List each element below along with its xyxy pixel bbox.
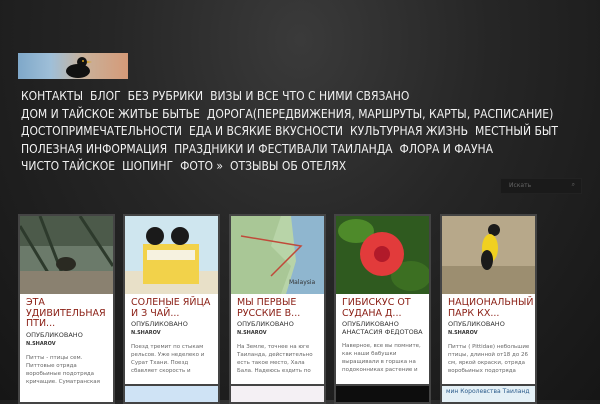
nav-item[interactable]: ДОСТОПРИМЕЧАТЕЛЬНОСТИ	[21, 123, 182, 141]
published-label: ОПУБЛИКОВАНО	[26, 330, 83, 339]
post-excerpt: Поезд тремит по стыкам рельсов. Уже неде…	[131, 344, 205, 374]
site-logo[interactable]	[18, 53, 128, 79]
main-nav: КОНТАКТЫ БЛОГ БЕЗ РУБРИКИ ВИЗЫ И ВСЕ ЧТО С …	[21, 88, 581, 176]
nav-item[interactable]: ФОТО »	[180, 158, 223, 176]
nav-item[interactable]: БЕЗ РУБРИКИ	[128, 88, 203, 106]
post-title[interactable]: ГИБИСКУС ОТ СУДАНА Д...	[342, 297, 428, 319]
post-thumbnail[interactable]	[442, 216, 535, 294]
post-meta: ОПУБЛИКОВАНО N.SHAROV	[448, 320, 534, 337]
post-author[interactable]: N.SHAROV	[237, 330, 267, 336]
published-label: ОПУБЛИКОВАНО	[237, 320, 294, 328]
nav-item[interactable]: КУЛЬТУРНАЯ ЖИЗНЬ	[350, 123, 468, 141]
bird-logo-icon	[66, 57, 92, 78]
post-excerpt: Питты - птицы сем. Питтовые отряда вороб…	[26, 354, 100, 385]
nav-item[interactable]: ДОРОГА(ПЕРЕДВИЖЕНИЯ, МАРШРУТЫ, КАРТЫ, РА…	[207, 106, 553, 124]
post-title[interactable]: НАЦИОНАЛЬНЫЙ ПАРК КХ...	[448, 297, 534, 319]
published-label: ОПУБЛИКОВАНО	[342, 320, 399, 328]
nav-item[interactable]: БЛОГ	[90, 88, 121, 106]
nav-item[interactable]: ЕДА И ВСЯКИЕ ВКУСНОСТИ	[189, 123, 343, 141]
thumb-caption: мин Королевства Таиланд	[446, 388, 530, 395]
post-author[interactable]: АНАСТАСИЯ ФЕДОТОВА	[342, 328, 423, 336]
post-thumbnail[interactable]: Malaysia	[231, 216, 324, 294]
nav-item[interactable]: ВИЗЫ И ВСЕ ЧТО С НИМИ СВЯЗАНО	[210, 88, 409, 106]
nav-item[interactable]: ОТЗЫВЫ ОБ ОТЕЛЯХ	[230, 158, 346, 176]
published-label: ОПУБЛИКОВАНО	[131, 320, 188, 328]
post-card[interactable]: Malaysia МЫ ПЕРВЫЕ РУССКИЕ В... ОПУБЛИКО…	[229, 214, 326, 404]
post-card[interactable]: ГИБИСКУС ОТ СУДАНА Д... ОПУБЛИКОВАНО АНА…	[334, 214, 431, 404]
map-label: Malaysia	[289, 279, 316, 286]
post-meta: ОПУБЛИКОВАНО АНАСТАСИЯ ФЕДОТОВА	[342, 320, 428, 336]
post-title[interactable]: СОЛЕНЫЕ ЯЙЦА И З ЧАЙ...	[131, 297, 217, 319]
post-author[interactable]: N.SHAROV	[131, 330, 161, 336]
post-thumbnail[interactable]	[20, 216, 113, 294]
post-card-thumb[interactable]	[229, 384, 326, 404]
nav-item[interactable]: ПОЛЕЗНАЯ ИНФОРМАЦИЯ	[21, 141, 167, 159]
search-box[interactable]: Искать ⌕	[500, 178, 582, 194]
search-input[interactable]: Искать	[509, 182, 531, 189]
post-author[interactable]: N.SHAROV	[26, 341, 56, 347]
post-excerpt: Наверное, все вы помните, как наши бабуш…	[342, 343, 421, 373]
post-card[interactable]: ЭТА УДИВИТЕЛЬНАЯ ПТИ... ОПУБЛИКОВАНО N.S…	[18, 214, 115, 404]
post-meta: ОПУБЛИКОВАНО N.SHAROV	[131, 320, 217, 337]
nav-item[interactable]: ШОПИНГ	[122, 158, 173, 176]
search-icon[interactable]: ⌕	[572, 181, 575, 189]
post-meta: ОПУБЛИКОВАНО N.SHAROV	[237, 320, 323, 337]
post-card-thumb[interactable]	[123, 384, 220, 404]
post-meta: ОПУБЛИКОВАНО N.SHAROV	[26, 331, 112, 348]
post-card[interactable]: СОЛЕНЫЕ ЯЙЦА И З ЧАЙ... ОПУБЛИКОВАНО N.S…	[123, 214, 220, 404]
post-card-thumb[interactable]	[334, 384, 431, 404]
post-excerpt: Питты ( Pittidae) небольшие птицы, длинн…	[448, 344, 530, 374]
nav-item[interactable]: ДОМ И ТАЙСКОЕ ЖИТЬЕ БЫТЬЕ	[21, 106, 200, 124]
post-thumbnail[interactable]	[336, 216, 429, 294]
post-title[interactable]: МЫ ПЕРВЫЕ РУССКИЕ В...	[237, 297, 323, 319]
published-label: ОПУБЛИКОВАНО	[448, 320, 505, 328]
nav-item[interactable]: ФЛОРА И ФАУНА	[400, 141, 494, 159]
nav-item[interactable]: ПРАЗДНИКИ И ФЕСТИВАЛИ ТАИЛАНДА	[174, 141, 392, 159]
nav-item[interactable]: КОНТАКТЫ	[21, 88, 83, 106]
post-author[interactable]: N.SHAROV	[448, 330, 478, 336]
nav-item[interactable]: МЕСТНЫЙ БЫТ	[475, 123, 558, 141]
post-card[interactable]: НАЦИОНАЛЬНЫЙ ПАРК КХ... ОПУБЛИКОВАНО N.S…	[440, 214, 537, 404]
post-title[interactable]: ЭТА УДИВИТЕЛЬНАЯ ПТИ...	[26, 297, 112, 330]
post-card-thumb[interactable]: мин Королевства Таиланд	[440, 384, 537, 404]
post-excerpt: На Земле, точнее на юге Таиланда, действ…	[237, 344, 313, 374]
nav-item[interactable]: ЧИСТО ТАЙСКОЕ	[21, 158, 115, 176]
post-thumbnail[interactable]	[125, 216, 218, 294]
